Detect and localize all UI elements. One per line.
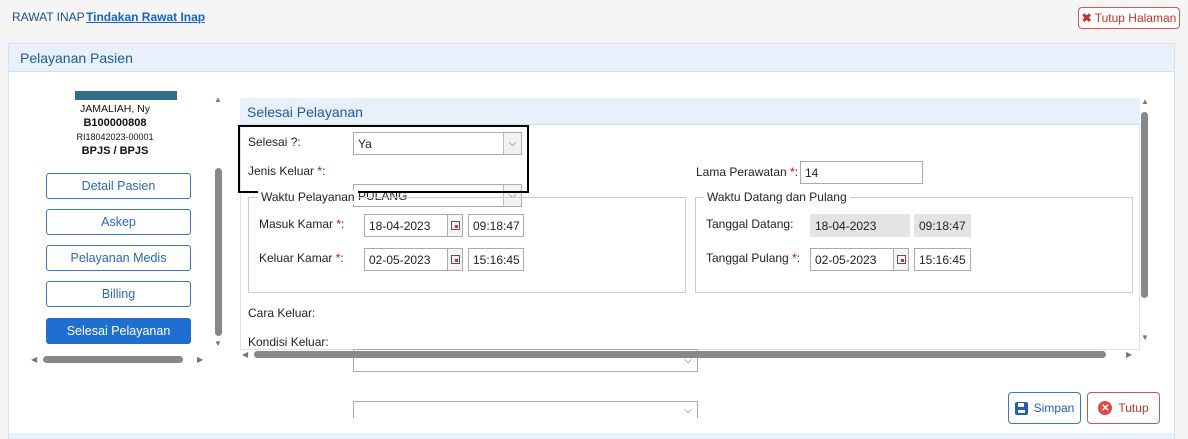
save-button[interactable]: Simpan <box>1008 392 1081 424</box>
patient-photo-frame <box>75 91 177 101</box>
patient-mrn: B100000808 <box>83 117 147 129</box>
panel-title: Pelayanan Pasien <box>20 50 133 66</box>
tanggal-datang-label: Tanggal Datang: <box>706 217 794 231</box>
masuk-kamar-date[interactable]: 18-04-2023 <box>364 214 448 237</box>
scroll-down-arrow-icon[interactable]: ▼ <box>214 339 222 348</box>
highlight-box <box>238 125 529 193</box>
close-circle-icon: ✕ <box>1098 401 1113 415</box>
waktu-pelayanan-legend: Waktu Pelayanan <box>258 190 358 204</box>
close-page-button[interactable]: ✖ Tutup Halaman <box>1078 7 1180 29</box>
waktu-pelayanan-fieldset <box>248 197 686 293</box>
tanggal-pulang-time[interactable]: 15:16:45 <box>914 248 971 271</box>
form-vertical-scrollbar[interactable] <box>1141 112 1148 298</box>
left-horizontal-scrollbar[interactable] <box>43 356 183 363</box>
scroll-up-arrow-icon[interactable]: ▲ <box>1141 97 1149 106</box>
chevron-down-icon[interactable]: ⌵ <box>679 402 697 418</box>
masuk-kamar-label: Masuk Kamar *: <box>259 217 345 231</box>
scroll-up-arrow-icon[interactable]: ▲ <box>214 95 222 104</box>
calendar-icon[interactable] <box>893 248 909 271</box>
tanggal-datang-time: 09:18:47 <box>914 214 971 237</box>
tanggal-datang-date: 18-04-2023 <box>810 214 910 237</box>
close-button[interactable]: ✕ Tutup <box>1087 392 1160 424</box>
scroll-down-arrow-icon[interactable]: ▼ <box>1141 333 1149 342</box>
patient-registration: RI18042023-00001 <box>76 132 154 142</box>
patient-name: JAMALIAH, Ny <box>79 103 150 115</box>
waktu-datang-legend: Waktu Datang dan Pulang <box>704 190 850 204</box>
breadcrumb-page[interactable]: Tindakan Rawat Inap <box>86 10 205 24</box>
form-title: Selesai Pelayanan <box>247 104 363 120</box>
save-label: Simpan <box>1033 401 1075 415</box>
scroll-left-arrow-icon[interactable]: ◀ <box>242 350 248 359</box>
lama-perawatan-input[interactable]: 14 <box>800 161 923 184</box>
tanggal-pulang-label: Tanggal Pulang *: <box>706 251 801 265</box>
keluar-kamar-date[interactable]: 02-05-2023 <box>364 248 448 271</box>
form-horizontal-scrollbar[interactable] <box>254 351 1106 358</box>
calendar-icon[interactable] <box>447 248 463 271</box>
nav-askep[interactable]: Askep <box>46 209 191 235</box>
close-label: Tutup <box>1118 401 1149 415</box>
breadcrumb-module[interactable]: RAWAT INAP <box>12 10 85 24</box>
close-icon: ✖ <box>1081 11 1092 25</box>
panel-footer <box>9 433 1174 439</box>
cara-keluar-label: Cara Keluar: <box>248 306 316 320</box>
left-vertical-scrollbar[interactable] <box>215 168 222 336</box>
masuk-kamar-time[interactable]: 09:18:47 <box>468 214 524 237</box>
nav-billing[interactable]: Billing <box>46 281 191 307</box>
tanggal-pulang-date[interactable]: 02-05-2023 <box>810 248 894 271</box>
scroll-left-arrow-icon[interactable]: ◀ <box>31 355 37 364</box>
lama-perawatan-label: Lama Perawatan *: <box>696 165 799 179</box>
kondisi-keluar-select[interactable]: ⌵ <box>353 401 698 418</box>
patient-payer: BPJS / BPJS <box>81 145 149 157</box>
kondisi-keluar-label: Kondisi Keluar: <box>248 335 329 349</box>
scroll-right-arrow-icon[interactable]: ▶ <box>1126 350 1132 359</box>
waktu-datang-fieldset <box>695 197 1133 293</box>
calendar-icon[interactable] <box>447 214 463 237</box>
form-header <box>240 98 1140 125</box>
nav-detail-pasien[interactable]: Detail Pasien <box>46 173 191 199</box>
nav-pelayanan-medis[interactable]: Pelayanan Medis <box>46 245 191 271</box>
keluar-kamar-label: Keluar Kamar *: <box>259 251 344 265</box>
keluar-kamar-time[interactable]: 15:16:45 <box>468 248 524 271</box>
close-page-label: Tutup Halaman <box>1094 11 1177 25</box>
save-icon <box>1014 401 1028 415</box>
panel-header <box>9 44 1174 72</box>
scroll-right-arrow-icon[interactable]: ▶ <box>197 355 203 364</box>
nav-selesai-pelayanan[interactable]: Selesai Pelayanan <box>46 318 191 344</box>
